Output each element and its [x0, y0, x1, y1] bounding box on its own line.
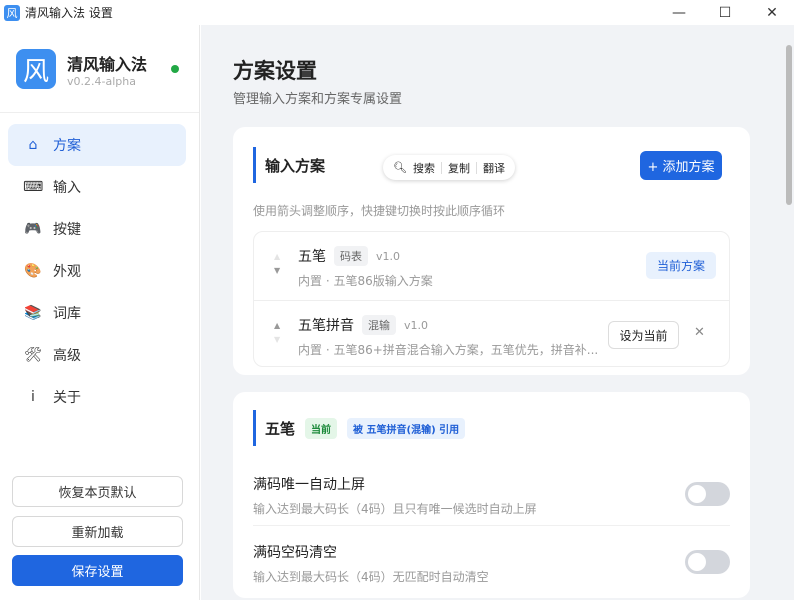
keyboard-icon: ⌨ [23, 179, 44, 195]
section-title-text: 五笔 [265, 419, 296, 438]
reload-button[interactable]: 重新加载 [12, 516, 183, 547]
sidebar-item-label: 关于 [53, 390, 81, 406]
sidebar-item-label: 按键 [53, 222, 81, 238]
list-item: ▲ ▼ 五笔 码表 v1.0 内置 · 五笔86版输入方案 当前方案 [254, 232, 729, 300]
sidebar-item-dictionary[interactable]: 📚 词库 [8, 292, 186, 334]
sidebar-item-label: 高级 [53, 348, 81, 364]
remove-icon[interactable]: ✕ [694, 325, 705, 340]
sidebar-item-label: 方案 [53, 138, 81, 154]
books-icon: 📚 [24, 305, 42, 321]
setting-desc: 输入达到最大码长（4码）无匹配时自动清空 [253, 570, 489, 584]
page-title: 方案设置 [233, 59, 317, 83]
sidebar-item-keys[interactable]: 🎮 按键 [8, 208, 186, 250]
setting-row: 满码唯一自动上屏 输入达到最大码长（4码）且只有唯一候选时自动上屏 [253, 460, 730, 526]
title-bar: 风 清风输入法 设置 — ☐ ✕ [0, 0, 794, 25]
list-item: ▲ ▼ 五笔拼音 混输 v1.0 内置 · 五笔86+拼音混合输入方案，五笔优先，拼音… [254, 300, 729, 368]
minimize-button[interactable]: — [656, 0, 702, 25]
move-up-icon[interactable]: ▲ [274, 250, 280, 264]
sidebar-item-label: 词库 [53, 306, 81, 322]
home-icon: ⌂ [28, 137, 38, 153]
scheme-list: ▲ ▼ 五笔 码表 v1.0 内置 · 五笔86版输入方案 当前方案 ▲ ▼ 五笔拼音混… [253, 231, 730, 367]
section-title: 五笔 当前 被 五笔拼音(混输) 引用 [253, 410, 466, 446]
search-button[interactable]: 搜索 [413, 160, 435, 176]
app-name: 清风输入法 [67, 55, 148, 74]
scheme-name: 五笔拼音 [298, 318, 354, 334]
app-icon: 风 [4, 4, 20, 21]
sidebar-item-input[interactable]: ⌨ 输入 [8, 166, 186, 208]
sidebar-item-advanced[interactable]: 🛠 高级 [8, 334, 186, 376]
copy-button[interactable]: 复制 [448, 160, 470, 176]
sidebar-nav: ⌂ 方案 ⌨ 输入 🎮 按键 🎨 外观 📚 词库 🛠 高级 i 关于 [8, 124, 186, 418]
set-current-button[interactable]: 设为当前 [608, 321, 679, 349]
setting-title: 满码唯一自动上屏 [253, 477, 365, 493]
scheme-version: v1.0 [376, 249, 401, 263]
move-down-icon[interactable]: ▼ [274, 264, 280, 278]
info-icon: i [31, 389, 35, 405]
sidebar: 风 清风输入法 v0.2.4-alpha ⌂ 方案 ⌨ 输入 🎮 按键 🎨 外观 📚 词库… [0, 25, 200, 600]
sidebar-item-scheme[interactable]: ⌂ 方案 [8, 124, 186, 166]
reference-badge: 被 五笔拼音(混输) 引用 [347, 417, 466, 439]
sidebar-item-label: 输入 [53, 180, 81, 196]
palette-icon: 🎨 [24, 263, 42, 279]
gamepad-icon: 🎮 [24, 221, 42, 237]
scheme-version: v1.0 [404, 318, 429, 332]
scrollbar-thumb[interactable] [786, 45, 792, 205]
main-content: 方案设置 管理输入方案和方案专属设置 输入方案 🔍︎ 搜索 复制 翻译 + 添加… [201, 25, 794, 600]
setting-title: 满码空码清空 [253, 545, 337, 561]
add-scheme-button[interactable]: + 添加方案 [640, 151, 722, 180]
close-button[interactable]: ✕ [749, 0, 794, 25]
auto-commit-toggle[interactable] [685, 482, 730, 506]
scheme-desc: 内置 · 五笔86版输入方案 [298, 274, 433, 288]
app-logo: 风 [16, 49, 56, 89]
save-settings-button[interactable]: 保存设置 [12, 555, 183, 586]
sidebar-item-label: 外观 [53, 264, 81, 280]
sidebar-item-about[interactable]: i 关于 [8, 376, 186, 418]
scheme-desc: 内置 · 五笔86+拼音混合输入方案，五笔优先，拼音补... [298, 343, 599, 357]
tools-icon: 🛠 [24, 347, 42, 363]
status-dot [171, 65, 179, 73]
move-down-icon[interactable]: ▼ [274, 333, 280, 347]
section-title: 输入方案 [253, 147, 325, 183]
search-icon: 🔍︎ [393, 161, 407, 174]
scheme-tag: 码表 [334, 246, 368, 266]
setting-row: 满码空码清空 输入达到最大码长（4码）无匹配时自动清空 [253, 528, 730, 594]
app-version: v0.2.4-alpha [67, 75, 136, 88]
scheme-name: 五笔 [298, 249, 326, 265]
window-title: 清风输入法 设置 [25, 6, 113, 20]
page-subtitle: 管理输入方案和方案专属设置 [233, 92, 403, 107]
scheme-tag: 混输 [362, 315, 396, 335]
move-up-icon[interactable]: ▲ [274, 319, 280, 333]
text-toolbar: 🔍︎ 搜索 复制 翻译 [383, 155, 515, 180]
reset-defaults-button[interactable]: 恢复本页默认 [12, 476, 183, 507]
sidebar-item-appearance[interactable]: 🎨 外观 [8, 250, 186, 292]
empty-code-clear-toggle[interactable] [685, 550, 730, 574]
wubi-settings-card: 五笔 当前 被 五笔拼音(混输) 引用 满码唯一自动上屏 输入达到最大码长（4码… [233, 392, 750, 598]
translate-button[interactable]: 翻译 [483, 160, 505, 176]
maximize-button[interactable]: ☐ [702, 0, 748, 25]
schemes-hint: 使用箭头调整顺序，快捷键切换时按此顺序循环 [253, 204, 506, 218]
brand-header: 风 清风输入法 v0.2.4-alpha [0, 25, 199, 113]
current-badge: 当前 [305, 417, 338, 439]
setting-desc: 输入达到最大码长（4码）且只有唯一候选时自动上屏 [253, 502, 537, 516]
current-scheme-badge: 当前方案 [646, 252, 716, 279]
scrollbar[interactable] [784, 25, 794, 600]
schemes-card: 输入方案 🔍︎ 搜索 复制 翻译 + 添加方案 使用箭头调整顺序，快捷键切换时按… [233, 127, 750, 375]
